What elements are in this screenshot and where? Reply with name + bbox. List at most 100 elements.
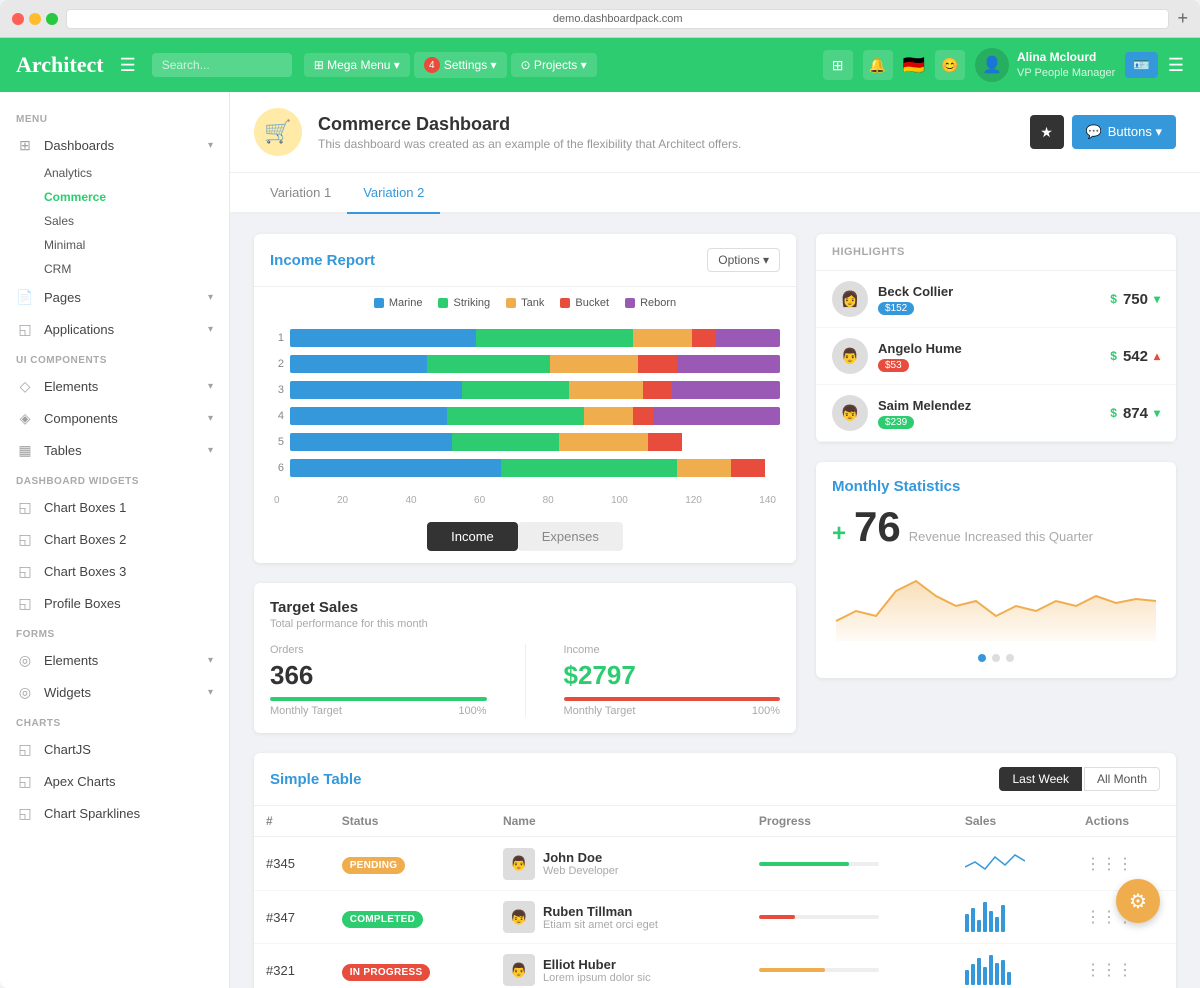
flag-icon: 🇩🇪 bbox=[903, 55, 925, 76]
sidebar-item-analytics[interactable]: Analytics bbox=[44, 161, 229, 185]
sidebar-item-form-elements[interactable]: ◎ Elements ▾ bbox=[0, 644, 229, 676]
sidebar-item-chartboxes3[interactable]: ◱ Chart Boxes 3 bbox=[0, 555, 229, 587]
sidebar-section-menu: MENU bbox=[0, 104, 229, 129]
monthly-dot-3[interactable] bbox=[1006, 654, 1014, 662]
bar-track-3 bbox=[290, 381, 780, 399]
sidebar-item-apexcharts[interactable]: ◱ Apex Charts bbox=[0, 765, 229, 797]
amount-saim: $ 874 ▾ bbox=[1110, 405, 1160, 422]
monthly-dot-1[interactable] bbox=[978, 654, 986, 662]
table-row: #345 PENDING 👨 John Doe bbox=[254, 837, 1176, 891]
legend-dot-bucket bbox=[560, 298, 570, 308]
hamburger-right[interactable]: ☰ bbox=[1168, 55, 1184, 76]
notifications-button[interactable]: 🔔 bbox=[863, 50, 893, 80]
projects-button[interactable]: ⊙ Projects ▾ bbox=[511, 53, 597, 77]
tab-variation1[interactable]: Variation 1 bbox=[254, 173, 347, 214]
search-input[interactable] bbox=[152, 53, 292, 77]
sidebar-item-sparklines[interactable]: ◱ Chart Sparklines bbox=[0, 797, 229, 829]
settings-button[interactable]: 4 Settings ▾ bbox=[414, 52, 507, 78]
info-beck: Beck Collier $152 bbox=[878, 284, 1100, 315]
metric-divider bbox=[525, 644, 526, 717]
expenses-toggle[interactable]: Expenses bbox=[518, 522, 623, 551]
spark-1 bbox=[965, 914, 969, 932]
page-title: Commerce Dashboard bbox=[318, 114, 741, 135]
sidebar-item-sales[interactable]: Sales bbox=[44, 209, 229, 233]
sidebar-label-chartboxes2: Chart Boxes 2 bbox=[44, 532, 213, 547]
sidebar-section-charts: CHARTS bbox=[0, 708, 229, 733]
bar-track-5 bbox=[290, 433, 780, 451]
sidebar-item-applications[interactable]: ◱ Applications ▾ bbox=[0, 313, 229, 345]
income-report-card: Income Report Options ▾ Marine Stri bbox=[254, 234, 796, 563]
sidebar-item-chartjs[interactable]: ◱ ChartJS bbox=[0, 733, 229, 765]
all-month-button[interactable]: All Month bbox=[1084, 767, 1160, 791]
monthly-big-number: + 76 Revenue Increased this Quarter bbox=[832, 503, 1160, 551]
sidebar-item-chartboxes1[interactable]: ◱ Chart Boxes 1 bbox=[0, 491, 229, 523]
last-week-button[interactable]: Last Week bbox=[999, 767, 1081, 791]
chevron-down-icon-apps: ▾ bbox=[208, 324, 213, 335]
hamburger-menu[interactable]: ☰ bbox=[120, 55, 136, 76]
action-btn-321[interactable]: ⋮⋮⋮ bbox=[1085, 960, 1133, 980]
target-sales-subtitle: Total performance for this month bbox=[270, 618, 780, 630]
sidebar-item-crm[interactable]: CRM bbox=[44, 257, 229, 281]
bar-label-2: 2 bbox=[270, 358, 284, 370]
sidebar-item-commerce[interactable]: Commerce bbox=[44, 185, 229, 209]
status-badge-pending: PENDING bbox=[342, 857, 406, 874]
app-logo: Architect bbox=[16, 52, 104, 78]
income-pct: 100% bbox=[752, 705, 780, 717]
sidebar-item-profileboxes[interactable]: ◱ Profile Boxes bbox=[0, 587, 229, 619]
col-status: Status bbox=[330, 806, 491, 837]
options-button[interactable]: Options ▾ bbox=[707, 248, 780, 272]
bar-seg-marine-1 bbox=[290, 329, 476, 347]
action-btn-345[interactable]: ⋮⋮⋮ bbox=[1085, 854, 1133, 874]
income-toggle[interactable]: Income bbox=[427, 522, 518, 551]
chartjs-icon: ◱ bbox=[16, 740, 34, 758]
highlight-row-beck: 👩 Beck Collier $152 $ 750 ▾ bbox=[816, 271, 1176, 328]
chart-legend: Marine Striking Tank bbox=[254, 287, 796, 319]
browser-chrome: demo.dashboardpack.com + bbox=[0, 0, 1200, 38]
page-tabs: Variation 1 Variation 2 bbox=[230, 173, 1200, 214]
buttons-dropdown[interactable]: 💬 Buttons ▾ bbox=[1072, 115, 1176, 149]
bar-seg-reborn-4 bbox=[653, 407, 780, 425]
fab-settings[interactable]: ⚙ bbox=[1116, 879, 1160, 923]
progress-fill-elliot bbox=[759, 968, 825, 972]
spark-2 bbox=[971, 908, 975, 932]
tab-variation2[interactable]: Variation 2 bbox=[347, 173, 440, 214]
sidebar-label-elements: Elements bbox=[44, 379, 208, 394]
grid-icon-button[interactable]: ⊞ bbox=[823, 50, 853, 80]
spark-5 bbox=[989, 911, 993, 932]
sidebar-item-elements[interactable]: ◇ Elements ▾ bbox=[0, 370, 229, 402]
mega-menu-button[interactable]: ⊞ Mega Menu ▾ bbox=[304, 53, 410, 77]
monthly-dots bbox=[832, 654, 1160, 662]
monthly-dot-2[interactable] bbox=[992, 654, 1000, 662]
row-id-321: #321 bbox=[254, 944, 330, 988]
bar-seg-bucket-3 bbox=[643, 381, 672, 399]
highlights-header: HIGHLIGHTS bbox=[816, 234, 1176, 271]
user-name: Alina Mclourd bbox=[1017, 50, 1115, 66]
sidebar-item-dashboards[interactable]: ⊞ Dashboards ▾ bbox=[0, 129, 229, 161]
favorite-button[interactable]: ★ bbox=[1030, 115, 1064, 149]
sidebar-item-widgets[interactable]: ◎ Widgets ▾ bbox=[0, 676, 229, 708]
sidebar-item-tables[interactable]: ▦ Tables ▾ bbox=[0, 434, 229, 466]
sidebar-item-components[interactable]: ◈ Components ▾ bbox=[0, 402, 229, 434]
new-tab-button[interactable]: + bbox=[1177, 8, 1188, 29]
sidebar-label-apexcharts: Apex Charts bbox=[44, 774, 213, 789]
dollar-angelo: $ bbox=[1110, 349, 1117, 363]
emoji-button[interactable]: 😊 bbox=[935, 50, 965, 80]
col-actions: Actions bbox=[1073, 806, 1176, 837]
sidebar-label-widgets: Widgets bbox=[44, 685, 208, 700]
sidebar-label-chartjs: ChartJS bbox=[44, 742, 213, 757]
sidebar-item-minimal[interactable]: Minimal bbox=[44, 233, 229, 257]
xaxis-0: 0 bbox=[274, 495, 280, 506]
bar-seg-bucket-5 bbox=[648, 433, 682, 451]
bar-seg-striking-6 bbox=[501, 459, 677, 477]
role-john: Web Developer bbox=[543, 865, 619, 877]
avatar-john: 👨 bbox=[503, 848, 535, 880]
buttons-icon: 💬 bbox=[1086, 124, 1102, 140]
name-saim: Saim Melendez bbox=[878, 398, 1100, 413]
sidebar-item-pages[interactable]: 📄 Pages ▾ bbox=[0, 281, 229, 313]
user-card-button[interactable]: 🪪 bbox=[1125, 52, 1158, 78]
person-text-elliot: Elliot Huber Lorem ipsum dolor sic bbox=[543, 957, 651, 984]
browser-url[interactable]: demo.dashboardpack.com bbox=[66, 9, 1169, 29]
row-progress-345 bbox=[747, 837, 953, 891]
sidebar-item-chartboxes2[interactable]: ◱ Chart Boxes 2 bbox=[0, 523, 229, 555]
progress-bar-elliot bbox=[759, 968, 879, 972]
